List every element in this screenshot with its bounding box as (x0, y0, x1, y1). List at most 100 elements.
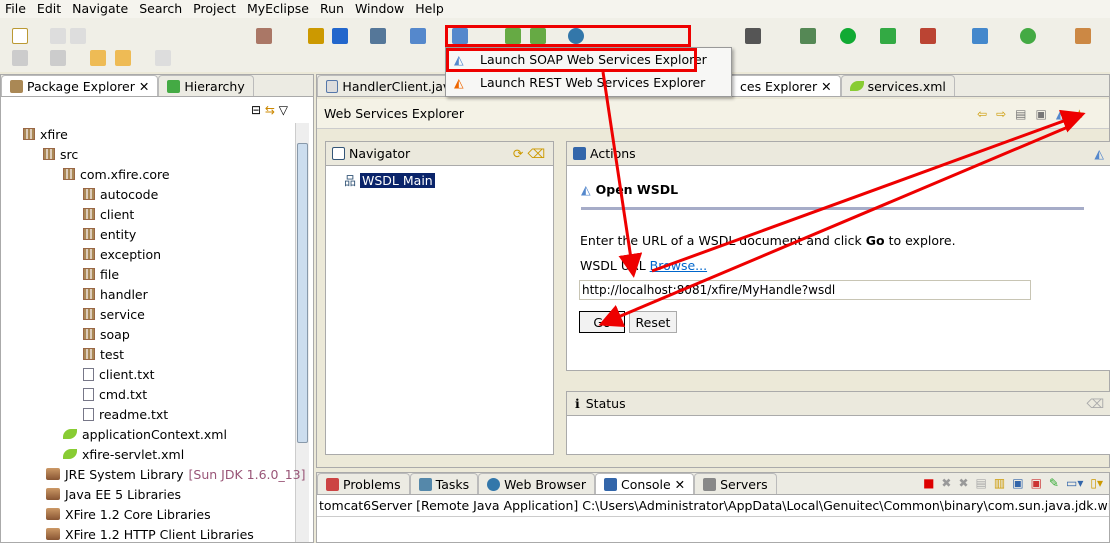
tree-item[interactable]: autocode (83, 185, 158, 203)
wsdl-url-input[interactable] (579, 280, 1031, 300)
new-class-icon[interactable] (972, 28, 988, 44)
clear-icon[interactable]: ⌫ (1086, 396, 1104, 411)
remove-launch-icon[interactable]: ✖ (941, 476, 951, 490)
save-icon[interactable] (50, 28, 66, 44)
tree-item[interactable]: cmd.txt (83, 385, 147, 403)
show-stdout-icon[interactable]: ▣ (1012, 476, 1023, 490)
tree-item[interactable]: XFire 1.2 Core Libraries (46, 505, 211, 523)
print-icon[interactable] (70, 28, 86, 44)
tree-item[interactable]: client (83, 205, 134, 223)
close-icon[interactable]: ✕ (675, 477, 685, 492)
menu-search[interactable]: Search (134, 0, 188, 18)
menu-help[interactable]: Help (410, 0, 450, 18)
tree-item[interactable]: service (83, 305, 145, 323)
perspective-icon[interactable] (1075, 28, 1091, 44)
last-edit-icon[interactable] (90, 50, 106, 66)
tree-item-label: soap (100, 326, 130, 342)
tree-item[interactable]: XFire 1.2 HTTP Client Libraries (46, 525, 254, 543)
menu-myeclipse[interactable]: MyEclipse (242, 0, 315, 18)
menu-project[interactable]: Project (188, 0, 242, 18)
tree-item[interactable]: exception (83, 245, 161, 263)
refresh-icon[interactable]: ⟳ ⌫ (513, 146, 545, 161)
close-icon[interactable]: ✕ (821, 79, 831, 94)
wsdl-page-icon[interactable]: ◭ (1056, 107, 1065, 121)
refresh-icon[interactable] (1020, 28, 1036, 44)
tab-problems[interactable]: Problems (317, 473, 410, 494)
scroll-lock-icon[interactable]: ▥ (994, 476, 1005, 490)
close-icon[interactable]: ✕ (139, 79, 149, 94)
open-console-icon[interactable]: ▯▾ (1090, 476, 1103, 490)
back-icon[interactable]: ⇦ (977, 107, 987, 121)
console-process-label: tomcat6Server [Remote Java Application] … (317, 495, 1109, 517)
debug-icon[interactable] (800, 28, 816, 44)
tree-item-label: client.txt (99, 366, 155, 382)
wsdl-main-node[interactable]: WSDL Main (360, 173, 435, 188)
tree-item[interactable]: test (83, 345, 124, 363)
browse-link[interactable]: Browse... (650, 258, 707, 273)
tree-item[interactable]: xfire (23, 125, 68, 143)
back-icon[interactable] (115, 50, 131, 66)
menu-window[interactable]: Window (350, 0, 410, 18)
tree-item[interactable]: entity (83, 225, 136, 243)
tree-item[interactable]: handler (83, 285, 148, 303)
forward-icon[interactable] (155, 50, 171, 66)
link-editor-icon[interactable]: ⇆ (265, 103, 275, 117)
forward-icon[interactable]: ⇨ (996, 107, 1006, 121)
src-icon (43, 148, 55, 160)
profile-icon[interactable] (920, 28, 936, 44)
tree-item[interactable]: xfire-servlet.xml (63, 445, 184, 463)
tree-item[interactable]: readme.txt (83, 405, 168, 423)
new-ejb-icon[interactable] (308, 28, 324, 44)
tab-services-xml[interactable]: services.xml (840, 75, 955, 96)
tree-item[interactable]: JRE System Library [Sun JDK 1.6.0_13] (46, 465, 306, 483)
tab-console[interactable]: Console ✕ (595, 473, 695, 494)
menu-navigate[interactable]: Navigate (67, 0, 134, 18)
show-stderr-icon[interactable]: ▣ (1031, 476, 1042, 490)
camera-icon[interactable] (745, 28, 761, 44)
tree-item[interactable]: com.xfire.core (63, 165, 170, 183)
prev-annotation-icon[interactable] (50, 50, 66, 66)
package-icon (10, 79, 23, 93)
tree-item[interactable]: Java EE 5 Libraries (46, 485, 181, 503)
reset-button[interactable]: Reset (629, 311, 677, 333)
wsil-icon[interactable]: ▣ (1035, 107, 1046, 121)
wsdl-icon[interactable]: ◭ (1094, 146, 1104, 161)
pkg-icon (83, 248, 95, 260)
clear-console-icon[interactable]: ▤ (976, 476, 987, 490)
menu-edit[interactable]: Edit (32, 0, 67, 18)
view-menu-icon[interactable]: ▽ (279, 103, 288, 117)
tree-item[interactable]: applicationContext.xml (63, 425, 227, 443)
new-entity-icon[interactable] (332, 28, 348, 44)
menu-run[interactable]: Run (315, 0, 350, 18)
menu-item-launch-rest[interactable]: ◭ Launch REST Web Services Explorer (446, 71, 731, 94)
tree-item[interactable]: src (43, 145, 78, 163)
display-console-icon[interactable]: ▭▾ (1066, 476, 1083, 490)
tab-hierarchy[interactable]: Hierarchy (158, 75, 254, 96)
new-web-service-icon[interactable] (410, 28, 426, 44)
favorites-icon[interactable]: ★ (1074, 107, 1085, 121)
collapse-all-icon[interactable]: ⊟ (251, 103, 261, 117)
tree-item[interactable]: soap (83, 325, 130, 343)
uddi-icon[interactable]: ▤ (1015, 107, 1026, 121)
tree-item-label: src (60, 146, 79, 162)
terminate-icon[interactable]: ■ (923, 476, 934, 490)
run-icon[interactable] (840, 28, 856, 44)
external-tools-icon[interactable] (880, 28, 896, 44)
tree-item[interactable]: client.txt (83, 365, 155, 383)
tree-item[interactable]: file (83, 265, 119, 283)
tab-web-browser[interactable]: Web Browser (478, 473, 596, 494)
tab-servers[interactable]: Servers (694, 473, 777, 494)
wsdl-url-label: WSDL URL (580, 258, 646, 273)
hierarchy-icon (167, 79, 181, 93)
explorer-title: Web Services Explorer (324, 106, 464, 121)
tab-tasks[interactable]: Tasks (409, 473, 479, 494)
new-web-project-icon[interactable] (256, 28, 272, 44)
tab-package-explorer[interactable]: Package Explorer ✕ (1, 75, 159, 96)
new-icon[interactable] (12, 28, 28, 44)
pin-console-icon[interactable]: ✎ (1049, 476, 1059, 490)
web-2-icon[interactable] (370, 28, 386, 44)
go-button[interactable]: Go (579, 311, 625, 333)
menu-file[interactable]: File (0, 0, 32, 18)
remove-all-icon[interactable]: ✖ (958, 476, 968, 490)
next-annotation-icon[interactable] (12, 50, 28, 66)
